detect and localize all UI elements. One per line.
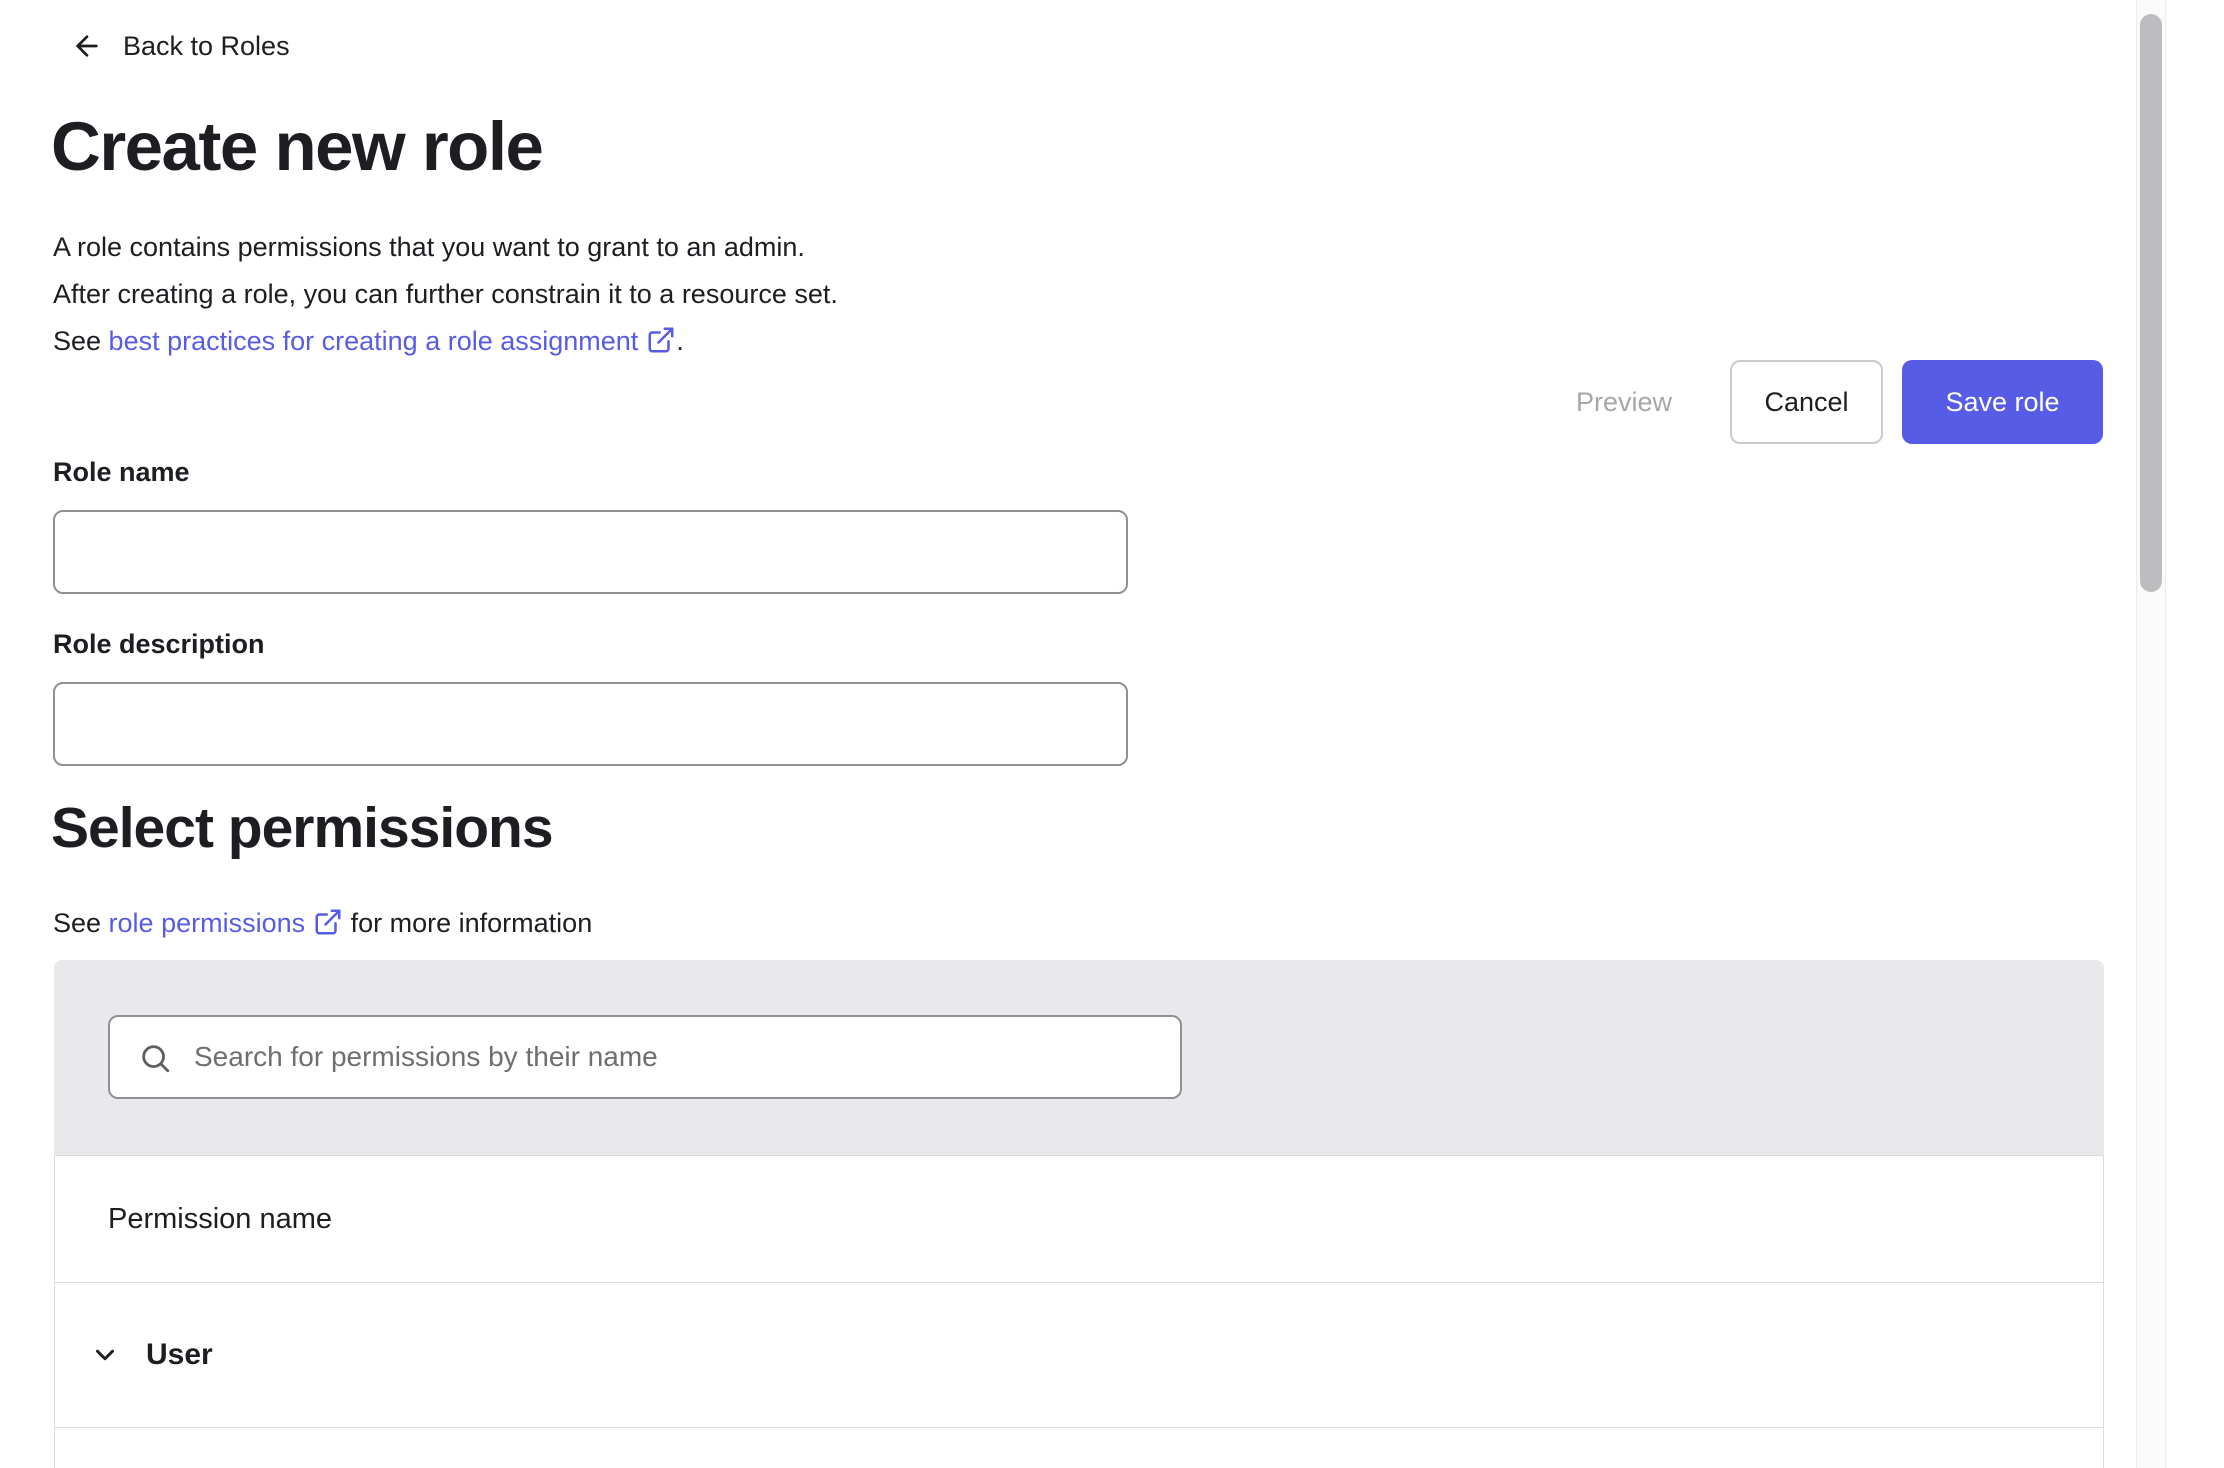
permission-group-label: User [146,1338,213,1372]
role-name-label: Role name [53,457,190,488]
table-row [55,1428,2103,1467]
page-title: Create new role [51,106,542,188]
best-practices-link-label: best practices for creating a role assig… [109,326,639,356]
best-practices-link[interactable]: best practices for creating a role assig… [109,326,677,356]
external-link-icon [646,325,676,355]
permissions-table: Permission name User [54,1155,2104,1468]
permission-name-header: Permission name [108,1203,332,1236]
scrollbar-track[interactable] [2136,0,2166,1468]
info-line-prefix: See [53,908,109,938]
scrollbar-thumb[interactable] [2140,14,2162,592]
save-role-button[interactable]: Save role [1902,360,2103,444]
permissions-search-panel [54,960,2104,1155]
description-line: See best practices for creating a role a… [53,318,838,365]
chevron-down-icon [90,1340,120,1370]
role-permissions-link[interactable]: role permissions [109,908,344,938]
back-link-label: Back to Roles [123,31,290,62]
role-name-input[interactable] [53,510,1128,594]
action-bar: Preview Cancel Save role [1566,360,2103,444]
description-line: After creating a role, you can further c… [53,271,838,318]
cancel-button[interactable]: Cancel [1730,360,1883,444]
search-field [108,1015,1182,1099]
permissions-info-line: See role permissions for more informatio… [53,903,592,943]
external-link-icon [313,907,343,937]
table-header-row: Permission name [55,1156,2103,1283]
role-permissions-link-label: role permissions [109,908,306,938]
info-line-suffix: for more information [343,908,592,938]
permissions-search-input[interactable] [108,1015,1182,1099]
role-description-input[interactable] [53,682,1128,766]
description-line-prefix: See [53,326,109,356]
permission-group-row-user[interactable]: User [55,1283,2103,1428]
role-description-label: Role description [53,629,265,660]
arrow-left-icon [71,30,103,62]
select-permissions-heading: Select permissions [51,795,553,861]
page-description: A role contains permissions that you wan… [53,224,838,365]
preview-button[interactable]: Preview [1566,360,1682,444]
back-to-roles-link[interactable]: Back to Roles [71,30,290,62]
description-line-suffix: . [676,326,684,356]
description-line: A role contains permissions that you wan… [53,224,838,271]
